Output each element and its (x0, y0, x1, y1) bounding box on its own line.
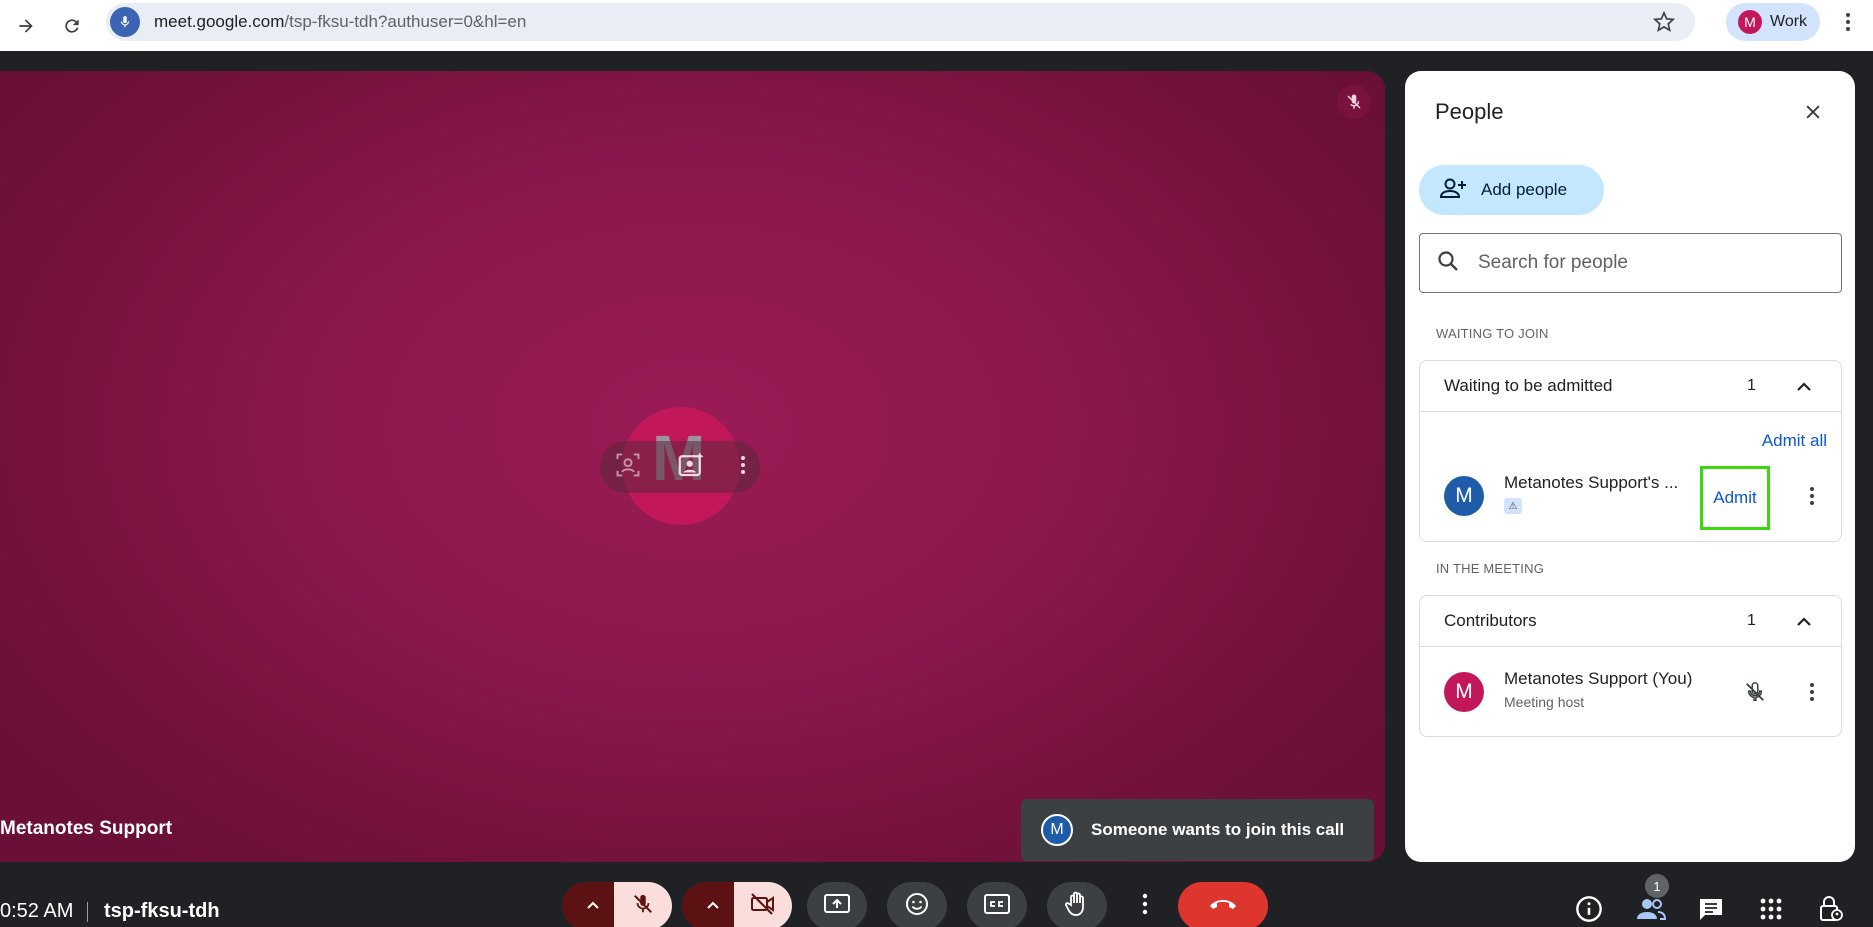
toast-avatar: M (1041, 814, 1073, 846)
leave-call-button[interactable] (1178, 882, 1268, 927)
microphone-icon (110, 7, 140, 37)
waiting-person-name: Metanotes Support's ... (1504, 473, 1679, 492)
close-icon[interactable] (1798, 97, 1828, 127)
captions-button[interactable] (967, 882, 1027, 927)
url-host: meet.google.com (154, 12, 285, 31)
url-path: /tsp-fksu-tdh?authuser=0&hl=en (284, 12, 527, 31)
chevron-up-icon[interactable] (1794, 612, 1814, 632)
join-request-toast[interactable]: M Someone wants to join this call (1021, 799, 1374, 861)
more-vert-icon (1142, 893, 1148, 920)
tile-hover-toolbar (600, 441, 760, 493)
frame-person-icon[interactable] (614, 451, 642, 484)
closed-caption-icon (984, 893, 1010, 919)
toast-message: Someone wants to join this call (1091, 820, 1345, 839)
profile-chip[interactable]: M Work (1726, 3, 1820, 41)
camera-off-icon (750, 892, 776, 920)
contributors-group-title: Contributors (1444, 611, 1537, 630)
meeting-code: tsp-fksu-tdh (104, 900, 220, 922)
browser-toolbar: meet.google.com/tsp-fksu-tdh?authuser=0&… (0, 0, 1873, 51)
search-icon (1436, 249, 1460, 278)
participant-name-label: Metanotes Support (0, 818, 173, 839)
bookmark-star-icon[interactable] (1652, 10, 1676, 33)
contributors-group-header[interactable]: Contributors 1 (1420, 596, 1841, 647)
people-count-badge: 1 (1645, 874, 1669, 898)
reload-icon[interactable] (54, 8, 90, 44)
more-options-icon[interactable] (1804, 484, 1820, 508)
chevron-up-icon (586, 897, 600, 915)
camera-toggle-button[interactable] (734, 882, 792, 927)
warning-icon: ⚠ (1504, 498, 1522, 514)
waiting-person-avatar: M (1444, 476, 1484, 516)
search-people-input[interactable] (1478, 252, 1818, 274)
contributor-name: Metanotes Support (You) (1504, 669, 1693, 688)
reactions-button[interactable] (887, 882, 947, 927)
host-controls-lock-icon[interactable] (1816, 894, 1846, 924)
profile-name: Work (1770, 13, 1808, 30)
more-options-icon[interactable] (740, 455, 746, 480)
waiting-group-title: Waiting to be admitted (1444, 376, 1613, 395)
people-icon[interactable] (1636, 894, 1666, 924)
present-to-all-icon (824, 893, 850, 920)
mic-off-icon (1337, 85, 1371, 119)
chevron-up-icon (706, 897, 720, 915)
people-panel: People Add people WAITING TO JOIN Waitin… (1405, 71, 1855, 862)
visual-effects-icon[interactable] (676, 450, 706, 485)
contributors-group: Contributors 1 M Metanotes Support (You)… (1419, 595, 1842, 737)
chevron-up-icon[interactable] (1794, 377, 1814, 397)
browser-menu-icon[interactable] (1838, 10, 1858, 34)
activities-grid-icon[interactable] (1756, 894, 1786, 924)
search-box[interactable] (1419, 233, 1842, 293)
waiting-section-label: WAITING TO JOIN (1436, 326, 1549, 341)
contributor-avatar: M (1444, 672, 1484, 712)
video-tile: M Metanotes Support (0, 71, 1385, 862)
meeting-section-label: IN THE MEETING (1436, 561, 1545, 576)
microphone-toggle-button[interactable] (614, 882, 672, 927)
add-people-button[interactable]: Add people (1419, 165, 1604, 215)
raise-hand-button[interactable] (1047, 882, 1107, 927)
admit-all-link[interactable]: Admit all (1762, 431, 1827, 451)
add-people-label: Add people (1481, 180, 1568, 199)
more-options-icon[interactable] (1804, 680, 1820, 704)
person-add-icon (1439, 176, 1467, 205)
admit-button[interactable]: Admit (1700, 466, 1770, 530)
waiting-group: Waiting to be admitted 1 Admit all M Met… (1419, 360, 1842, 542)
address-bar[interactable]: meet.google.com/tsp-fksu-tdh?authuser=0&… (106, 3, 1695, 41)
url-text: meet.google.com/tsp-fksu-tdh?authuser=0&… (154, 12, 526, 32)
chat-icon[interactable] (1696, 894, 1726, 924)
meeting-time: 0:52 AM (0, 900, 74, 922)
contributor-row: M Metanotes Support (You) Meeting host (1420, 662, 1843, 722)
waiting-group-header[interactable]: Waiting to be admitted 1 (1420, 361, 1841, 412)
forward-icon[interactable] (8, 8, 44, 44)
emoji-icon (905, 892, 929, 921)
meeting-controls-bar: 0:52 AM tsp-fksu-tdh (0, 880, 1873, 927)
divider (87, 902, 88, 922)
waiting-group-count: 1 (1747, 377, 1756, 394)
meeting-info-icon[interactable] (1574, 894, 1604, 924)
contributor-role: Meeting host (1504, 694, 1585, 710)
waiting-person-row: M Metanotes Support's ... ⚠ Admit (1420, 466, 1843, 530)
mic-off-icon (632, 893, 654, 920)
present-screen-button[interactable] (807, 882, 867, 927)
contributors-group-count: 1 (1747, 612, 1756, 629)
profile-avatar: M (1738, 10, 1762, 34)
more-options-button[interactable] (1130, 882, 1160, 927)
hand-icon (1065, 891, 1089, 922)
panel-title: People (1435, 99, 1504, 124)
call-end-icon (1208, 897, 1238, 916)
mic-off-icon[interactable] (1742, 679, 1768, 705)
